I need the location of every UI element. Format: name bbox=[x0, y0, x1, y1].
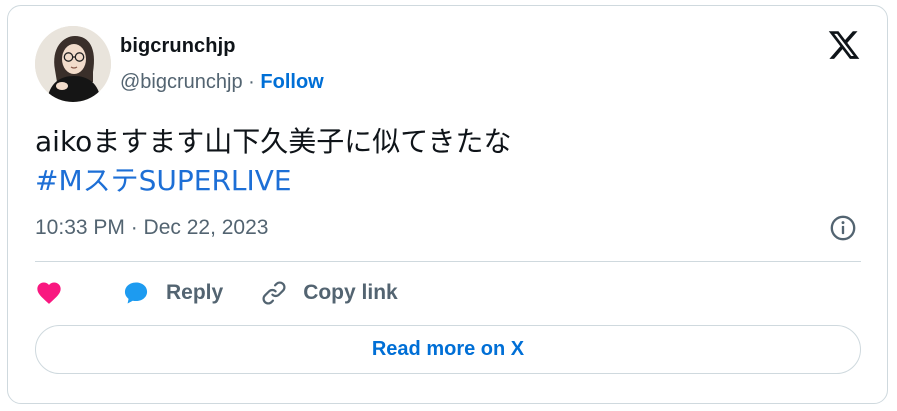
like-button[interactable] bbox=[35, 279, 63, 307]
hashtag-link[interactable]: #MステSUPERLIVE bbox=[35, 161, 511, 200]
read-more-button[interactable]: Read more on X bbox=[35, 325, 861, 374]
tweet-actions: Reply Copy link bbox=[35, 277, 398, 309]
tweet-timestamp[interactable]: 10:33 PM · Dec 22, 2023 bbox=[35, 216, 268, 240]
avatar-illustration bbox=[35, 26, 111, 102]
follow-button[interactable]: Follow bbox=[260, 71, 323, 93]
reply-button[interactable]: Reply bbox=[121, 279, 223, 307]
speech-bubble-icon bbox=[124, 282, 148, 304]
copy-link-button[interactable]: Copy link bbox=[260, 279, 398, 307]
handle-separator: · bbox=[248, 71, 255, 93]
author-handle[interactable]: @bigcrunchjp bbox=[120, 71, 243, 93]
author-display-name[interactable]: bigcrunchjp bbox=[120, 35, 236, 58]
embedded-tweet-card: bigcrunchjp @bigcrunchjp · Follow aikoます… bbox=[7, 5, 888, 404]
heart-icon bbox=[37, 282, 61, 304]
link-icon bbox=[262, 281, 286, 305]
tweet-text: aikoますます山下久美子に似てきたな bbox=[35, 125, 512, 158]
info-icon[interactable] bbox=[829, 214, 857, 242]
divider bbox=[35, 261, 861, 262]
avatar[interactable] bbox=[35, 26, 111, 102]
copy-link-label: Copy link bbox=[303, 281, 398, 304]
tweet-body: aikoますます山下久美子に似てきたな #MステSUPERLIVE bbox=[35, 122, 511, 200]
x-logo-icon[interactable] bbox=[827, 28, 861, 62]
author-handle-row: @bigcrunchjp · Follow bbox=[120, 71, 324, 94]
reply-label: Reply bbox=[166, 281, 224, 304]
